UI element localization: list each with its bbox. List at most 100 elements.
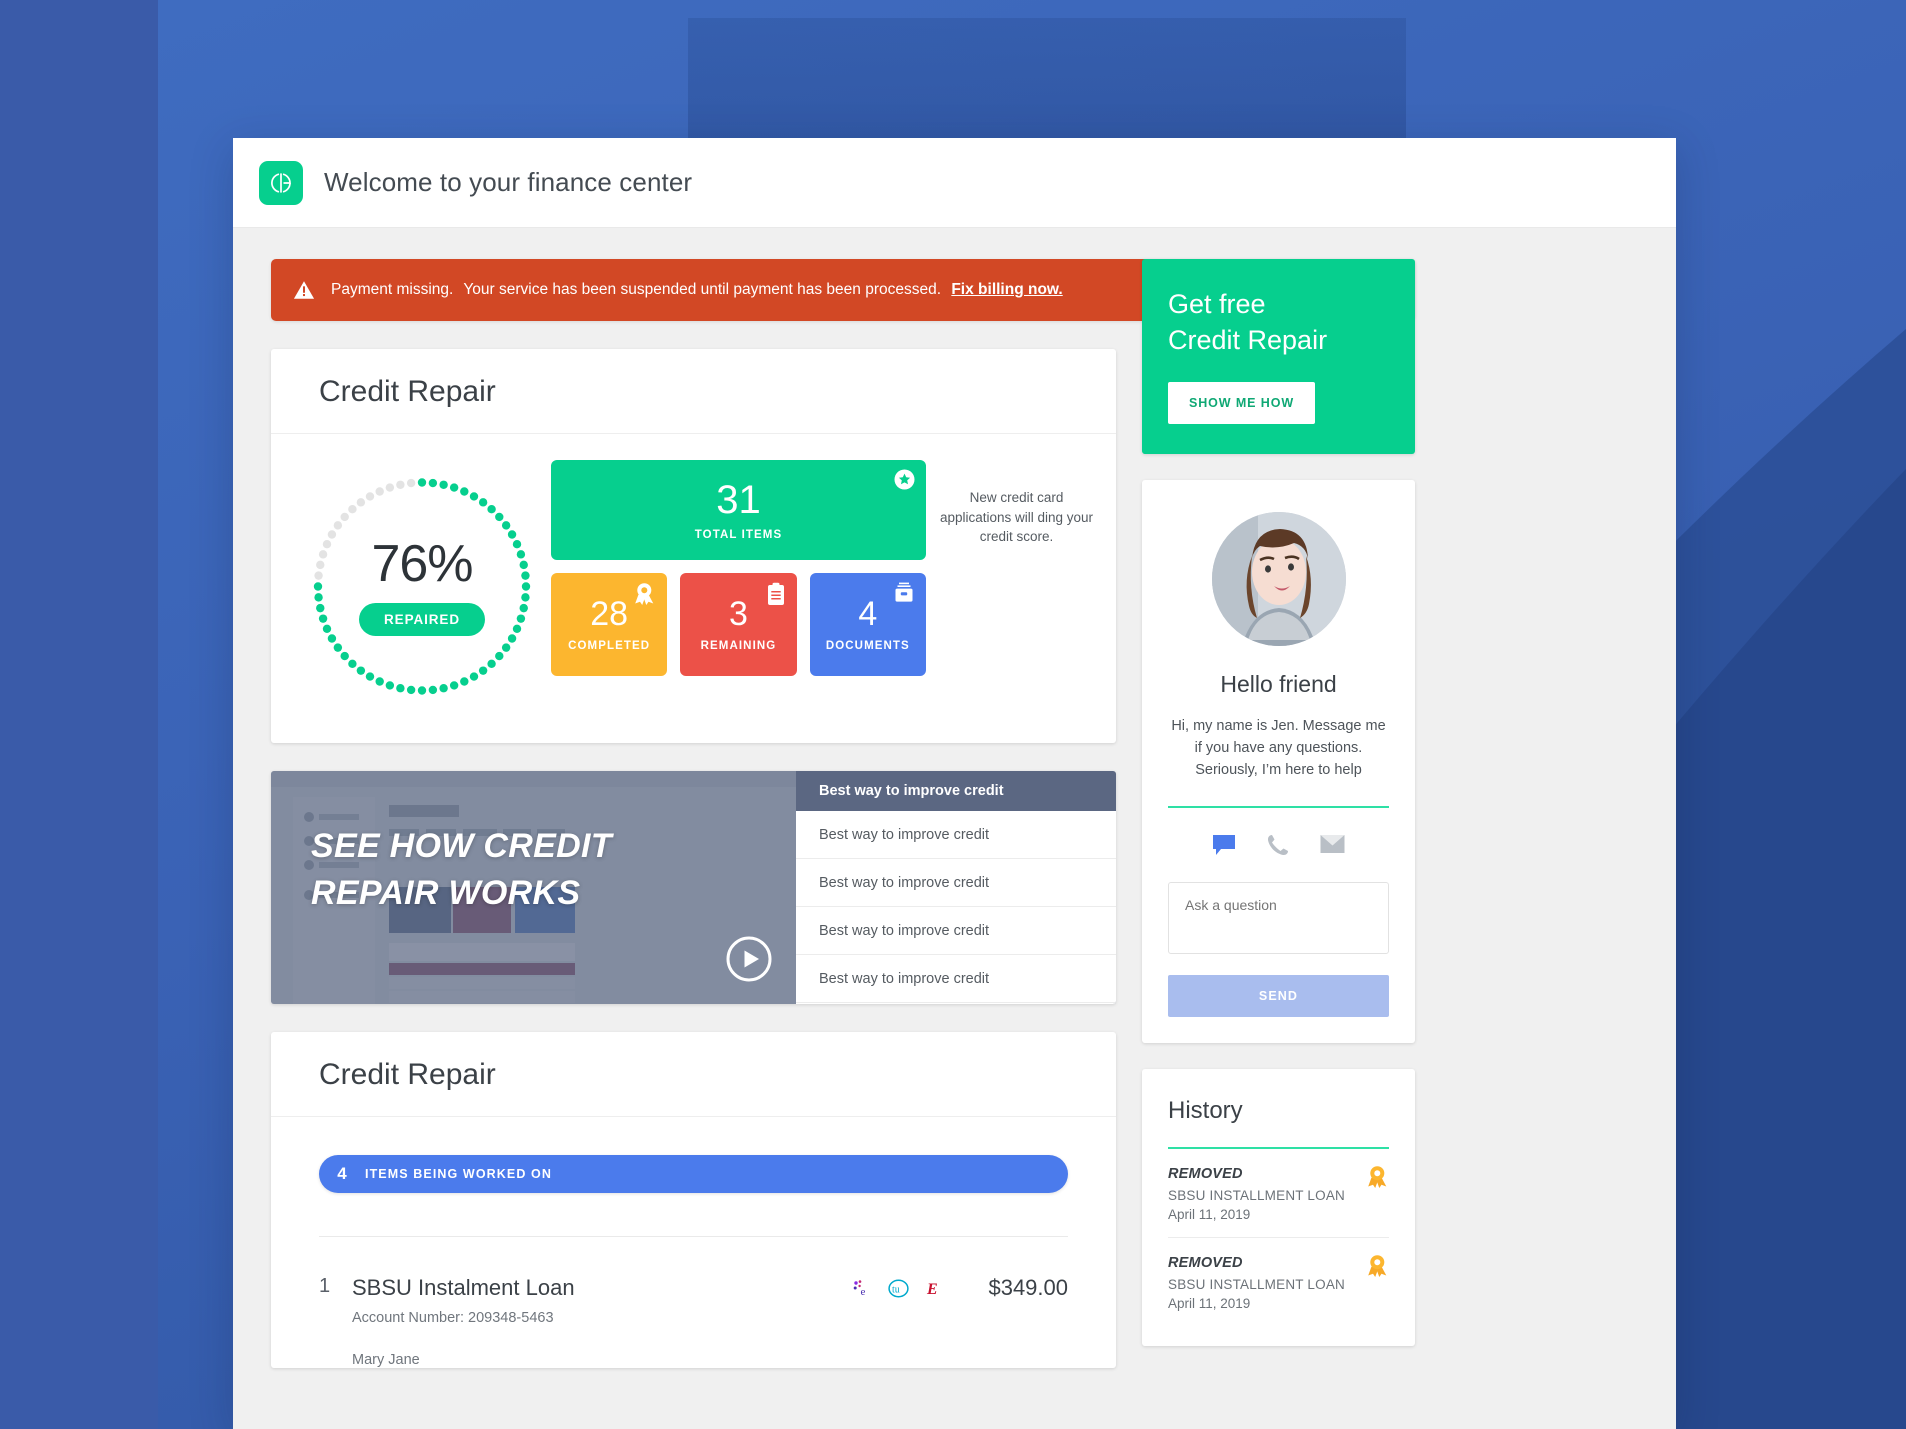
row-index: 1	[319, 1275, 331, 1297]
table-row[interactable]: 1 SBSU Instalment Loan Account Number: 2…	[319, 1237, 1068, 1368]
file-box-icon	[893, 582, 915, 611]
video-playlist: Best way to improve credit Best way to i…	[796, 771, 1116, 1004]
row-main: SBSU Instalment Loan Account Number: 209…	[352, 1275, 852, 1368]
repair-percent-value: 76%	[371, 534, 473, 593]
credit-repair-items-body: 4 ITEMS BEING WORKED ON 1 SBSU Instalmen…	[271, 1117, 1116, 1368]
star-badge-icon	[894, 469, 915, 495]
history-card: History REMOVED SBSU INSTALLMENT LOAN Ap…	[1142, 1069, 1415, 1347]
award-ribbon-icon	[633, 582, 656, 611]
award-ribbon-icon	[1368, 1166, 1387, 1189]
credit-repair-title: Credit Repair	[319, 375, 496, 408]
stat-tile-completed[interactable]: 28 COMPLETED	[551, 573, 668, 676]
show-me-how-button[interactable]: SHOW ME HOW	[1168, 382, 1316, 425]
credit-repair-items-card: Credit Repair 4 ITEMS BEING WORKED ON 1 …	[271, 1032, 1116, 1368]
agent-contact-icons	[1168, 834, 1389, 856]
video-headline-line2: REPAIR WORKS	[311, 873, 581, 912]
history-badge-icon	[1366, 1165, 1389, 1194]
history-item[interactable]: REMOVED SBSU INSTALLMENT LOAN April 11, …	[1168, 1238, 1389, 1326]
playlist-items: Best way to improve credit Best way to im…	[796, 811, 1116, 1004]
promo-title-line2: Credit Repair	[1168, 324, 1328, 355]
playlist-header: Best way to improve credit	[819, 783, 1004, 799]
play-circle-icon[interactable]	[726, 936, 772, 982]
app-window: Welcome to your finance center Payment m…	[233, 138, 1676, 1429]
playlist-item[interactable]: Best way to improve credit	[796, 859, 1116, 907]
playlist-item[interactable]: Best way to improve credit	[796, 955, 1116, 1003]
ask-a-question-input[interactable]	[1168, 882, 1389, 955]
credit-repair-card: Credit Repair 76% REPAIRED 31 TOTAL ITEM…	[271, 349, 1116, 743]
app-header: Welcome to your finance center	[233, 138, 1676, 228]
stat-tile-total-items[interactable]: 31 TOTAL ITEMS	[551, 460, 926, 560]
history-item-name: SBSU INSTALLMENT LOAN	[1168, 1277, 1345, 1293]
stat-label: TOTAL ITEMS	[694, 528, 783, 541]
playlist-item[interactable]: Best way to improve credit	[796, 907, 1116, 955]
svg-text:tu: tu	[892, 1285, 900, 1296]
award-ribbon-icon	[1368, 1255, 1387, 1278]
row-person: Mary Jane	[352, 1352, 420, 1368]
row-title: SBSU Instalment Loan	[352, 1275, 575, 1300]
alert-message: Payment missing.	[331, 281, 454, 298]
row-amount: $349.00	[988, 1275, 1068, 1300]
mail-icon[interactable]	[1320, 834, 1345, 854]
agent-divider	[1168, 806, 1389, 809]
history-title: History	[1168, 1097, 1243, 1125]
history-item-date: April 11, 2019	[1168, 1207, 1251, 1223]
video-promo-block: SEE HOW CREDIT REPAIR WORKS Best way to …	[271, 771, 1116, 1004]
agent-chat-card: Hello friend Hi, my name is Jen. Message…	[1142, 480, 1415, 1044]
row-account-number: Account Number: 209348-5463	[352, 1310, 554, 1326]
agent-message: Hi, my name is Jen. Message me if you ha…	[1171, 718, 1386, 779]
video-headline-line1: SEE HOW CREDIT	[311, 827, 612, 865]
promo-title-line1: Get free	[1168, 289, 1266, 319]
stat-value: 28	[590, 595, 629, 633]
playlist-item[interactable]: Best way to improve credit	[796, 1003, 1116, 1004]
history-item-date: April 11, 2019	[1168, 1296, 1251, 1312]
stat-tile-documents[interactable]: 4 DOCUMENTS	[809, 573, 926, 676]
send-button[interactable]: SEND	[1168, 975, 1389, 1018]
history-item[interactable]: REMOVED SBSU INSTALLMENT LOAN April 11, …	[1168, 1149, 1389, 1239]
phone-icon[interactable]	[1267, 834, 1289, 856]
credit-repair-items-header: Credit Repair	[271, 1032, 1116, 1117]
bureau-icons: e tu E	[852, 1275, 943, 1298]
credit-repair-card-header: Credit Repair	[271, 349, 1116, 434]
svg-text:e: e	[861, 1286, 866, 1298]
history-status-badge: REMOVED	[1168, 1166, 1243, 1183]
playlist-item[interactable]: Best way to improve credit	[796, 811, 1116, 859]
items-being-worked-on-bar[interactable]: 4 ITEMS BEING WORKED ON	[319, 1155, 1068, 1193]
stat-label: COMPLETED	[568, 640, 651, 652]
clipboard-icon	[766, 582, 786, 611]
stat-value: 4	[858, 595, 878, 633]
video-player[interactable]: SEE HOW CREDIT REPAIR WORKS	[271, 771, 796, 1004]
warning-triangle-icon	[293, 281, 315, 299]
alert-text: Payment missing. Your service has been s…	[331, 281, 1063, 299]
page-title: Welcome to your finance center	[324, 167, 693, 197]
stat-value: 3	[729, 595, 748, 633]
history-items: REMOVED SBSU INSTALLMENT LOAN April 11, …	[1168, 1149, 1389, 1326]
agent-heading: Hello friend	[1220, 671, 1337, 698]
svg-text:E: E	[926, 1281, 938, 1298]
stat-tiles: 31 TOTAL ITEMS 28 COMPLETED 3 REMAINING …	[551, 460, 1094, 676]
ring-center-labels: 76% REPAIRED	[293, 460, 551, 713]
avatar	[1211, 512, 1346, 647]
credit-score-note: New credit card applications will ding y…	[939, 490, 1094, 545]
history-status-badge: REMOVED	[1168, 1255, 1243, 1272]
brand-logo-icon	[259, 160, 303, 205]
stat-label: REMAINING	[700, 640, 777, 652]
history-item-name: SBSU INSTALLMENT LOAN	[1168, 1188, 1345, 1204]
stat-tile-remaining[interactable]: 3 REMAINING	[680, 573, 797, 676]
promo-title: Get free Credit Repair	[1168, 287, 1389, 358]
sidebar-column: Get free Credit Repair SHOW ME HOW Hello…	[1142, 259, 1415, 1368]
main-column: Payment missing. Your service has been s…	[271, 259, 1415, 1368]
equifax-icon: E	[926, 1281, 938, 1298]
stat-tiles-row: 28 COMPLETED 3 REMAINING 4 DOCUMENTS	[551, 573, 926, 676]
stat-value: 31	[716, 477, 761, 522]
worked-count: 4	[337, 1164, 347, 1183]
video-headline: SEE HOW CREDIT REPAIR WORKS	[311, 823, 612, 917]
experian-icon: e	[853, 1280, 866, 1298]
stat-tiles-left: 31 TOTAL ITEMS 28 COMPLETED 3 REMAINING …	[551, 460, 926, 676]
fix-billing-link[interactable]: Fix billing now.	[951, 281, 1062, 298]
credit-repair-items-title: Credit Repair	[319, 1058, 496, 1091]
transunion-icon: tu	[888, 1279, 909, 1298]
agent-avatar	[1211, 512, 1346, 647]
background-left-band	[0, 0, 158, 1429]
chat-bubble-icon[interactable]	[1212, 834, 1236, 856]
alert-detail: Your service has been suspended until pa…	[463, 281, 942, 298]
